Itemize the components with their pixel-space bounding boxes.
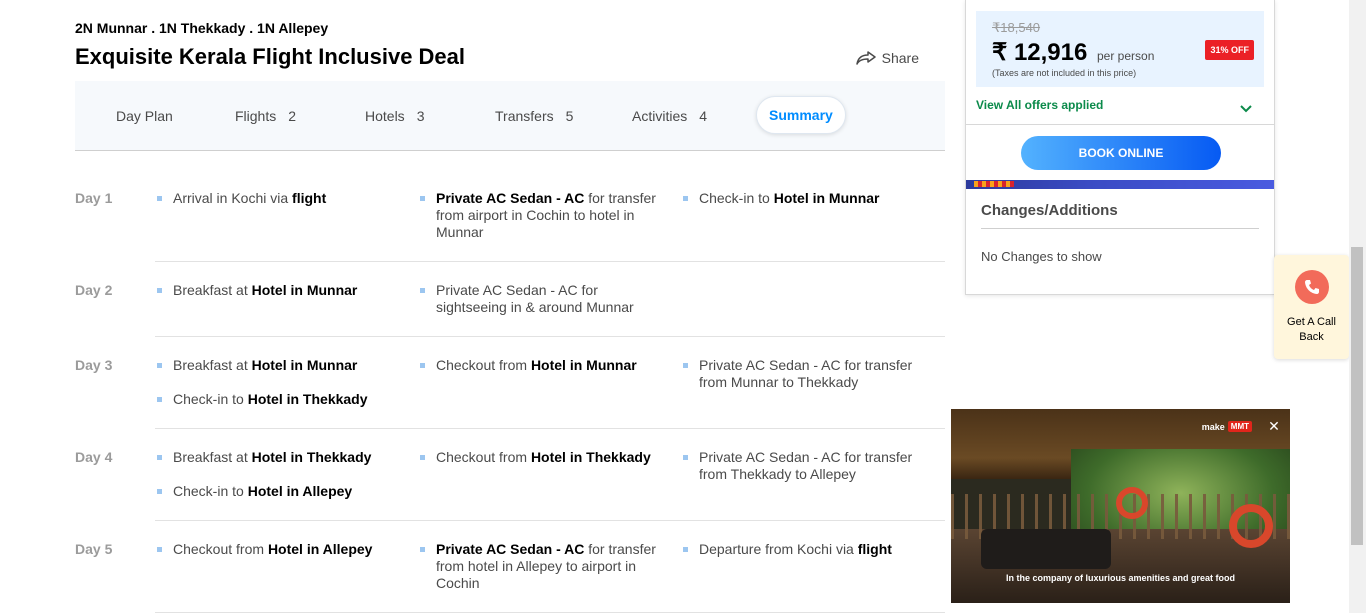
- day-label: Day 1: [75, 190, 113, 206]
- divider: [155, 520, 945, 521]
- package-title: Exquisite Kerala Flight Inclusive Deal: [75, 44, 466, 69]
- day-label: Day 5: [75, 541, 113, 557]
- tab-day-plan[interactable]: Day Plan: [116, 81, 173, 151]
- call-back-button[interactable]: Get A Call Back: [1274, 255, 1349, 359]
- list-item: Breakfast at Hotel in Thekkady: [157, 449, 397, 466]
- list-item: Private AC Sedan - AC for transfer from …: [420, 190, 660, 241]
- promo-strip: [966, 180, 1274, 189]
- list-item: Check-in to Hotel in Munnar: [683, 190, 923, 207]
- day-label: Day 4: [75, 449, 113, 465]
- list-item: Private AC Sedan - AC for transfer from …: [683, 357, 923, 391]
- tab-summary[interactable]: Summary: [756, 96, 846, 134]
- tab-activities[interactable]: Activities 4: [632, 81, 707, 151]
- price-box: ₹18,540 ₹ 12,916 per person (Taxes are n…: [976, 11, 1264, 87]
- tab-label: Flights: [235, 108, 277, 124]
- day-label: Day 3: [75, 357, 113, 373]
- tab-label: Day Plan: [116, 108, 173, 124]
- brand-logo: make MMT: [1202, 421, 1252, 432]
- tax-note: (Taxes are not included in this price): [992, 68, 1137, 78]
- view-offers-link[interactable]: View All offers applied: [976, 98, 1103, 112]
- tab-count: 5: [565, 108, 574, 124]
- price-card: ₹18,540 ₹ 12,916 per person (Taxes are n…: [965, 0, 1275, 295]
- no-changes-text: No Changes to show: [981, 249, 1102, 264]
- tab-count: 3: [416, 108, 425, 124]
- list-item: Checkout from Hotel in Allepey: [157, 541, 397, 558]
- list-item: Private AC Sedan - AC for sightseeing in…: [420, 282, 640, 316]
- page-scrollbar[interactable]: [1349, 0, 1366, 613]
- divider: [981, 228, 1259, 229]
- share-label: Share: [881, 50, 919, 66]
- tab-label: Transfers: [495, 108, 554, 124]
- share-button[interactable]: Share: [855, 50, 919, 66]
- tab-count: 4: [699, 108, 708, 124]
- tab-label: Hotels: [365, 108, 405, 124]
- scrollbar-thumb[interactable]: [1351, 247, 1363, 545]
- divider: [155, 428, 945, 429]
- list-item: Private AC Sedan - AC for transfer from …: [683, 449, 923, 483]
- day-label: Day 2: [75, 282, 113, 298]
- tab-bar: Day Plan Flights 2 Hotels 3 Transfers 5 …: [75, 81, 945, 151]
- list-item: Private AC Sedan - AC for transfer from …: [420, 541, 660, 592]
- discount-badge: 31% OFF: [1205, 40, 1254, 60]
- tab-hotels[interactable]: Hotels 3: [365, 81, 424, 151]
- tab-count: 2: [288, 108, 297, 124]
- list-item: Check-in to Hotel in Thekkady: [157, 391, 397, 408]
- divider: [155, 261, 945, 262]
- phone-icon: [1295, 270, 1329, 304]
- list-item: Check-in to Hotel in Allepey: [157, 483, 397, 500]
- divider: [966, 124, 1274, 125]
- tab-label: Summary: [769, 107, 833, 123]
- new-price: ₹ 12,916: [992, 39, 1088, 66]
- changes-title: Changes/Additions: [981, 202, 1118, 219]
- list-item: Checkout from Hotel in Munnar: [420, 357, 660, 374]
- tab-transfers[interactable]: Transfers 5: [495, 81, 573, 151]
- tab-label: Activities: [632, 108, 688, 124]
- list-item: Breakfast at Hotel in Munnar: [157, 282, 387, 299]
- list-item: Checkout from Hotel in Thekkady: [420, 449, 660, 466]
- tab-flights[interactable]: Flights 2: [235, 81, 296, 151]
- list-item: Arrival in Kochi via flight: [157, 190, 387, 207]
- close-icon[interactable]: ✕: [1266, 418, 1282, 434]
- per-person-label: per person: [1097, 49, 1155, 63]
- divider: [155, 336, 945, 337]
- share-icon: [855, 51, 876, 65]
- package-cities: 2N Munnar . 1N Thekkady . 1N Allepey: [75, 20, 329, 36]
- old-price: ₹18,540: [992, 20, 1041, 35]
- promo-video[interactable]: make MMT ✕ In the company of luxurious am…: [951, 409, 1290, 603]
- list-item: Breakfast at Hotel in Munnar: [157, 357, 387, 374]
- call-back-label: Get A Call Back: [1287, 316, 1336, 343]
- book-online-button[interactable]: BOOK ONLINE: [1021, 136, 1221, 170]
- chevron-down-icon[interactable]: [1240, 100, 1252, 118]
- list-item: Departure from Kochi via flight: [683, 541, 923, 558]
- video-caption: In the company of luxurious amenities an…: [1005, 573, 1236, 583]
